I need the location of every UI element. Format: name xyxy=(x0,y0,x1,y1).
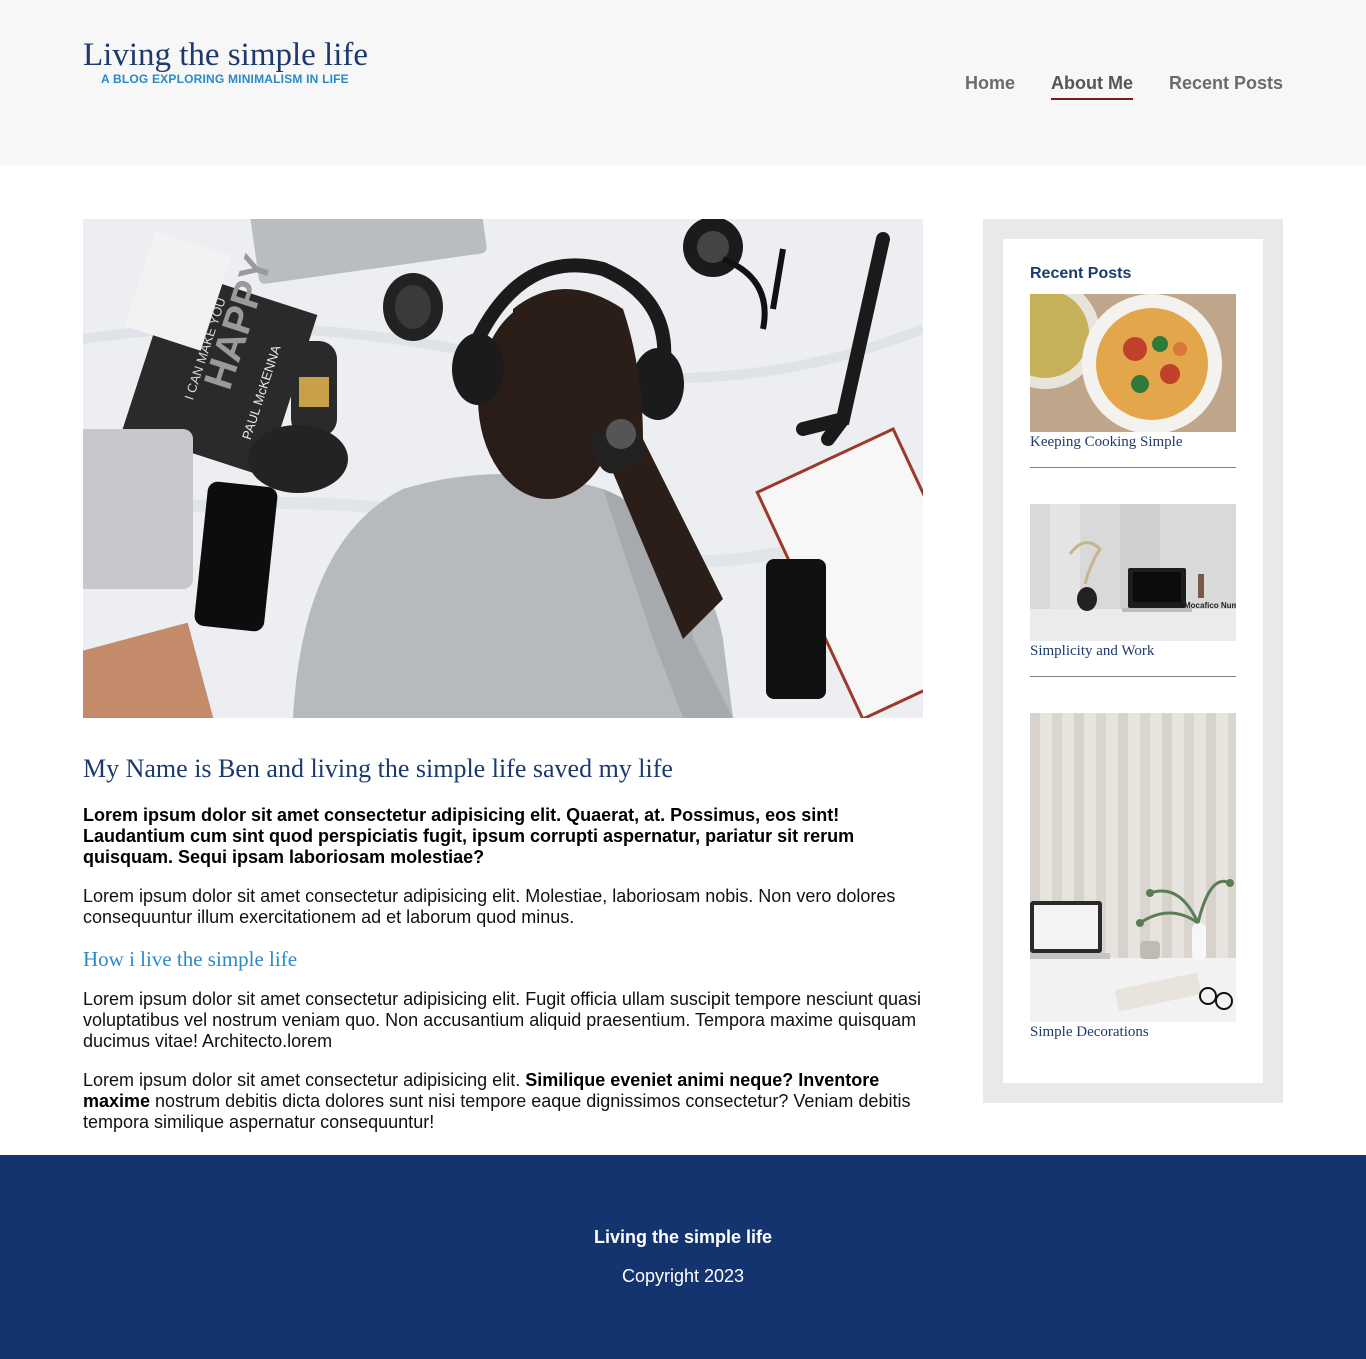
post-thumbnail[interactable]: Mocafico Numero xyxy=(1030,504,1236,641)
sidebar: Recent Posts Keeping Cooking Simple Moca… xyxy=(983,219,1283,1103)
article-paragraph-2: Lorem ipsum dolor sit amet consectetur a… xyxy=(83,989,922,1051)
sidebar-title: Recent Posts xyxy=(1030,265,1132,282)
article-paragraph-3: Lorem ipsum dolor sit amet consectetur a… xyxy=(83,1070,923,1133)
magazine-label: Mocafico Numero xyxy=(1184,601,1236,610)
site-tagline: A BLOG EXPLORING MINIMALISM IN LIFE xyxy=(101,72,349,86)
brand[interactable]: Living the simple life A BLOG EXPLORING … xyxy=(83,36,368,86)
recent-post-card[interactable]: Mocafico Numero Simplicity and Work xyxy=(1030,504,1236,660)
article-paragraph-1: Lorem ipsum dolor sit amet consectetur a… xyxy=(83,886,896,927)
nav-recent-posts-link[interactable]: Recent Posts xyxy=(1169,72,1283,100)
paragraph-3-start: Lorem ipsum dolor sit amet consectetur a… xyxy=(83,1070,526,1090)
site-header: Living the simple life A BLOG EXPLORING … xyxy=(0,0,1366,165)
footer-copyright: Copyright 2023 xyxy=(621,1266,745,1286)
post-title[interactable]: Simplicity and Work xyxy=(1030,642,1236,660)
decorations-image xyxy=(1030,713,1236,1022)
post-divider xyxy=(1030,676,1236,677)
noodle-bowl-image xyxy=(1030,294,1236,432)
nav-home-link[interactable]: Home xyxy=(965,72,1015,100)
article-subheading: How i live the simple life xyxy=(83,947,298,971)
article: HAPPY I CAN MAKE YOU PAUL McKENNA My Nam… xyxy=(83,219,923,1133)
workspace-image: Mocafico Numero xyxy=(1030,504,1236,641)
paragraph-3-end: nostrum debitis dicta dolores sunt nisi … xyxy=(83,1091,911,1132)
post-divider xyxy=(1030,467,1236,468)
hero-photo: HAPPY I CAN MAKE YOU PAUL McKENNA xyxy=(83,219,923,718)
main-nav: Home About Me Recent Posts xyxy=(965,72,1283,100)
footer-title: Living the simple life xyxy=(593,1227,773,1247)
post-title[interactable]: Simple Decorations xyxy=(1030,1023,1236,1041)
article-lead: Lorem ipsum dolor sit amet consectetur a… xyxy=(83,805,855,867)
sidebar-panel: Recent Posts Keeping Cooking Simple Moca… xyxy=(1003,239,1263,1083)
post-title[interactable]: Keeping Cooking Simple xyxy=(1030,433,1236,451)
hero-image: HAPPY I CAN MAKE YOU PAUL McKENNA xyxy=(83,219,923,718)
post-thumbnail[interactable] xyxy=(1030,294,1236,432)
site-footer: Living the simple life Copyright 2023 xyxy=(0,1155,1366,1359)
recent-post-card[interactable]: Simple Decorations xyxy=(1030,713,1236,1041)
site-title[interactable]: Living the simple life xyxy=(83,36,368,74)
article-title: My Name is Ben and living the simple lif… xyxy=(83,754,673,783)
recent-post-card[interactable]: Keeping Cooking Simple xyxy=(1030,294,1236,451)
nav-about-me-link[interactable]: About Me xyxy=(1050,72,1133,100)
post-thumbnail[interactable] xyxy=(1030,713,1236,1022)
